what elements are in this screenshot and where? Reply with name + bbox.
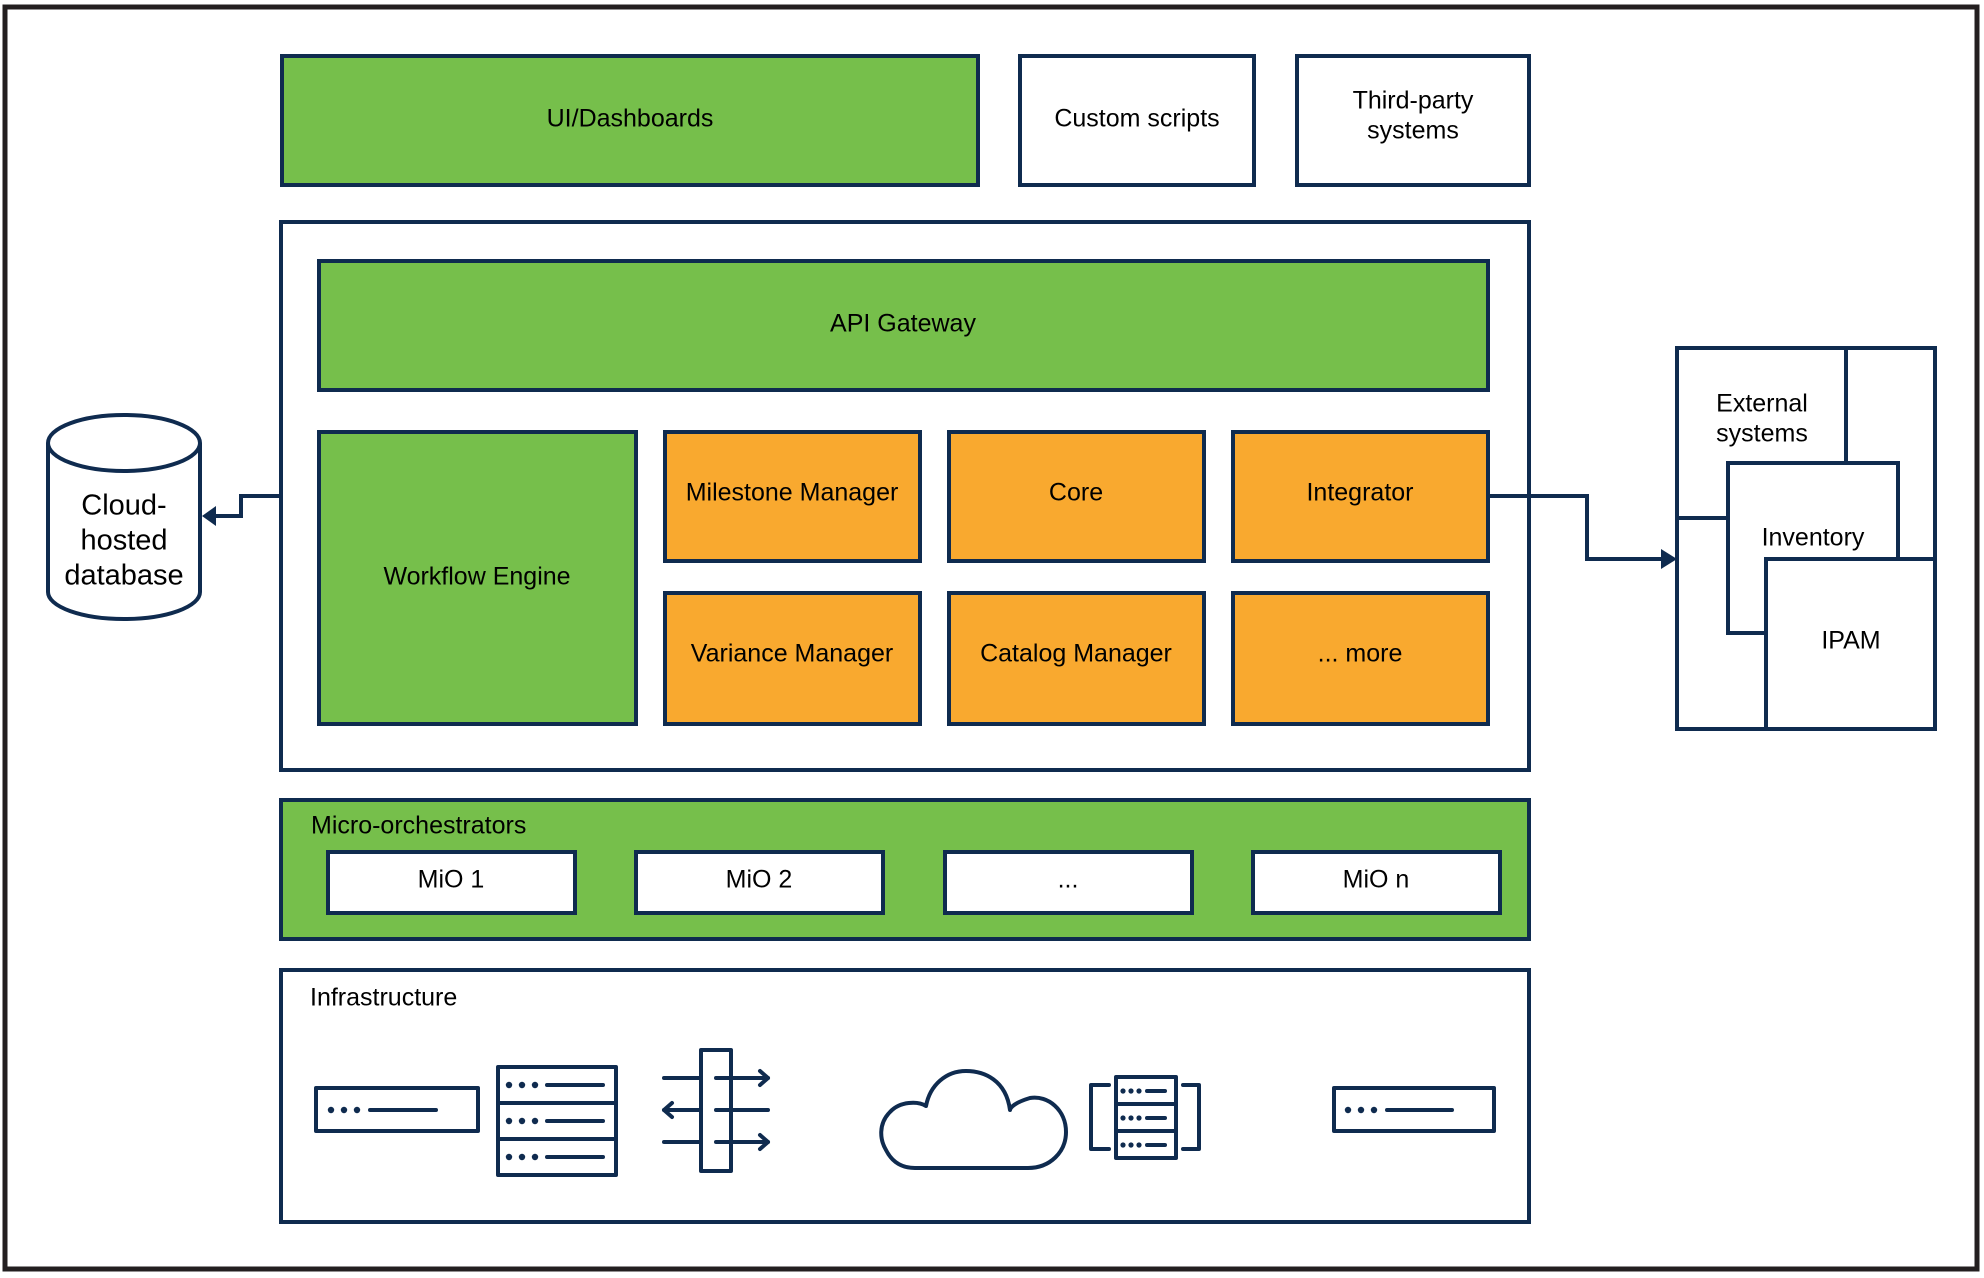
infrastructure-title: Infrastructure <box>310 984 457 1012</box>
custom-scripts-label: Custom scripts <box>1054 105 1219 133</box>
mio-item: MiO n <box>1251 850 1502 915</box>
ipam-label: IPAM <box>1821 627 1880 655</box>
module-label: Catalog Manager <box>980 640 1172 668</box>
module-label: ... more <box>1318 640 1403 668</box>
mio-item: MiO 2 <box>634 850 885 915</box>
third-party-label-line1: Third-party <box>1353 87 1474 115</box>
module-more: ... more <box>1231 591 1490 726</box>
mio-item: ... <box>943 850 1194 915</box>
module-milestone-manager: Milestone Manager <box>663 430 922 563</box>
module-label: Core <box>1049 479 1103 507</box>
api-gateway-label: API Gateway <box>830 310 976 338</box>
third-party-systems-box: Third-party systems <box>1295 54 1531 187</box>
module-integrator: Integrator <box>1231 430 1490 563</box>
inventory-label: Inventory <box>1762 524 1865 552</box>
ui-dashboards-box: UI/Dashboards <box>280 54 980 187</box>
database-label-line1: Cloud- <box>81 490 166 522</box>
mio-item: MiO 1 <box>326 850 577 915</box>
module-label: Variance Manager <box>691 640 893 668</box>
workflow-engine-box: Workflow Engine <box>317 430 638 726</box>
third-party-label-line2: systems <box>1367 117 1459 145</box>
micro-orchestrators-box: Micro-orchestrators MiO 1 MiO 2 ... MiO … <box>279 798 1531 941</box>
database-label-line2: hosted <box>80 525 167 557</box>
workflow-engine-label: Workflow Engine <box>383 563 570 591</box>
mio-label: MiO 1 <box>418 866 485 894</box>
ipam-box: IPAM <box>1764 557 1937 731</box>
external-systems-label-line2: systems <box>1716 420 1808 448</box>
api-gateway-box: API Gateway <box>317 259 1490 392</box>
external-systems-stack: External systems Inventory IPAM <box>1675 346 1937 731</box>
external-systems-label-line1: External <box>1716 390 1808 418</box>
custom-scripts-box: Custom scripts <box>1018 54 1256 187</box>
module-variance-manager: Variance Manager <box>663 591 922 726</box>
micro-orchestrators-title: Micro-orchestrators <box>311 812 526 840</box>
ui-dashboards-label: UI/Dashboards <box>547 105 714 133</box>
infrastructure-box: Infrastructure <box>279 968 1531 1224</box>
mio-label: ... <box>1058 866 1079 894</box>
module-label: Integrator <box>1306 479 1413 507</box>
module-catalog-manager: Catalog Manager <box>947 591 1206 726</box>
database-cylinder-icon: Cloud- hosted database <box>46 413 202 621</box>
module-core: Core <box>947 430 1206 563</box>
mio-label: MiO 2 <box>726 866 793 894</box>
architecture-diagram: UI/Dashboards Custom scripts Third-party… <box>2 4 1980 1272</box>
database-label-line3: database <box>64 560 183 592</box>
module-label: Milestone Manager <box>686 479 899 507</box>
mio-label: MiO n <box>1343 866 1410 894</box>
